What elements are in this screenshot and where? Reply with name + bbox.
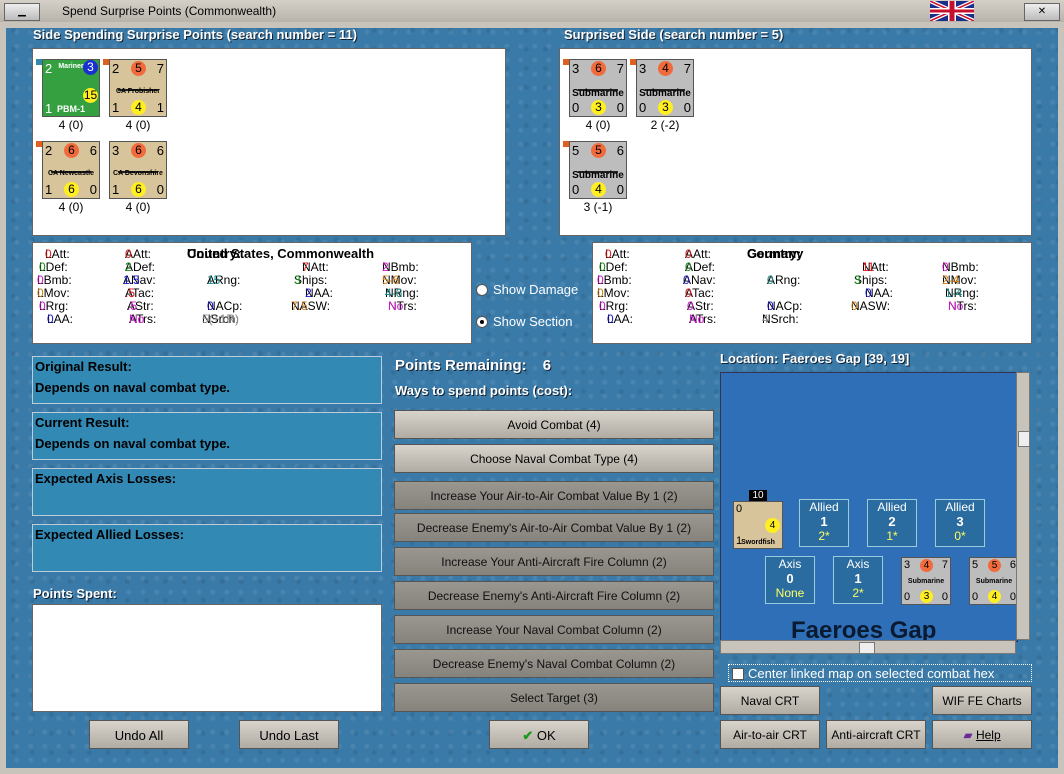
window-title: Spend Surprise Points (Commonwealth) <box>62 4 277 18</box>
help-button[interactable]: ▰ Help <box>932 720 1032 749</box>
close-button[interactable]: ✕ <box>1024 3 1060 21</box>
air-unit-stack[interactable]: 10 0 4 1 Swordfish <box>723 485 783 549</box>
increase-anti-aircraft-button[interactable]: Increase Your Anti-Aircraft Fire Column … <box>394 547 714 576</box>
title-bar: ▁ Spend Surprise Points (Commonwealth) ✕ <box>0 0 1064 23</box>
location-label: Location: Faeroes Gap [39, 19] <box>720 351 910 366</box>
air-to-air-crt-button[interactable]: Air-to-air CRT <box>720 720 820 749</box>
linked-map[interactable]: 10 0 4 1 Swordfish Allied 1 2* Allied 2 1* A… <box>720 372 1018 642</box>
show-section-radio[interactable] <box>476 316 488 328</box>
show-damage-radio[interactable] <box>476 284 488 296</box>
ok-button[interactable]: ✔ OK <box>489 720 589 749</box>
expected-axis-losses-panel: Expected Axis Losses: <box>32 468 382 516</box>
points-remaining: Points Remaining: 6 <box>395 357 552 374</box>
unit-counter-devonshire[interactable]: 3 6 6 CA Devonshire 1 6 0 <box>109 141 167 199</box>
unit-value: 3 (-1) <box>583 200 613 214</box>
scrollbar-thumb[interactable] <box>1018 431 1030 447</box>
choose-naval-combat-type-button[interactable]: Choose Naval Combat Type (4) <box>394 444 714 473</box>
unit-counter-frobisher[interactable]: 2 5 7 CA Frobisher 1 4 1 <box>109 59 167 117</box>
avoid-combat-button[interactable]: Avoid Combat (4) <box>394 410 714 439</box>
undo-last-button[interactable]: Undo Last <box>239 720 339 749</box>
allied-combat-box-3[interactable]: Allied 3 0* <box>935 499 985 547</box>
naval-crt-button[interactable]: Naval CRT <box>720 686 820 715</box>
allied-combat-box-2[interactable]: Allied 2 1* <box>867 499 917 547</box>
map-submarine-counter[interactable]: 5 5 6 Submarine 0 4 0 <box>969 557 1017 605</box>
center-map-option[interactable]: Center linked map on selected combat hex <box>728 664 1032 682</box>
decrease-enemy-naval-combat-button[interactable]: Decrease Enemy's Naval Combat Column (2) <box>394 649 714 678</box>
unit-counter-submarine[interactable]: 3 4 7 Submarine 0 3 0 <box>636 59 694 117</box>
unit-value: 4 (0) <box>585 118 611 132</box>
unit-counter-submarine[interactable]: 3 6 7 Submarine 0 3 0 <box>569 59 627 117</box>
undo-all-button[interactable]: Undo All <box>89 720 189 749</box>
increase-naval-combat-button[interactable]: Increase Your Naval Combat Column (2) <box>394 615 714 644</box>
unit-marker <box>36 141 42 147</box>
expected-allied-losses-panel: Expected Allied Losses: <box>32 524 382 572</box>
left-units-box: 2 Mariner 3 15 1 PBM-1 4 (0) 2 5 7 CA Fr… <box>32 48 506 236</box>
unit-marker <box>36 59 42 65</box>
current-result-panel: Current Result: Depends on naval combat … <box>32 412 382 460</box>
unit-marker <box>103 59 109 65</box>
unit-counter-mariner[interactable]: 2 Mariner 3 15 1 PBM-1 <box>42 59 100 117</box>
unit-value: 4 (0) <box>58 118 84 132</box>
axis-combat-box-0[interactable]: Axis 0 None <box>765 556 815 604</box>
minimize-button[interactable]: ▁ <box>4 3 40 21</box>
decrease-enemy-air-to-air-button[interactable]: Decrease Enemy's Air-to-Air Combat Value… <box>394 513 714 542</box>
unit-marker <box>563 141 569 147</box>
original-result-panel: Original Result: Depends on naval combat… <box>32 356 382 404</box>
map-vertical-scrollbar[interactable] <box>1016 372 1030 640</box>
unit-marker <box>630 59 636 65</box>
unit-value: 4 (0) <box>125 118 151 132</box>
points-spent-list[interactable] <box>32 604 382 712</box>
select-target-button[interactable]: Select Target (3) <box>394 683 714 712</box>
uk-flag-icon <box>930 1 974 21</box>
increase-air-to-air-button[interactable]: Increase Your Air-to-Air Combat Value By… <box>394 481 714 510</box>
decrease-enemy-anti-aircraft-button[interactable]: Decrease Enemy's Anti-Aircraft Fire Colu… <box>394 581 714 610</box>
unit-marker <box>563 59 569 65</box>
map-submarine-counter[interactable]: 3 4 7 Submarine 0 3 0 <box>901 557 951 605</box>
stats-panel-left: LAtt: 0 AAtt: 0 Country: United States, … <box>32 242 472 344</box>
unit-value: 4 (0) <box>125 200 151 214</box>
wif-fe-charts-button[interactable]: WIF FE Charts <box>932 686 1032 715</box>
right-units-box: 3 6 7 Submarine 0 3 0 4 (0) 3 4 7 Submar… <box>559 48 1032 236</box>
scrollbar-thumb[interactable] <box>859 642 875 654</box>
center-map-checkbox[interactable] <box>732 668 744 680</box>
map-horizontal-scrollbar[interactable] <box>720 640 1016 654</box>
axis-combat-box-1[interactable]: Axis 1 2* <box>833 556 883 604</box>
anti-aircraft-crt-button[interactable]: Anti-aircraft CRT <box>826 720 926 749</box>
help-book-icon: ▰ <box>963 728 973 742</box>
unit-value: 2 (-2) <box>650 118 680 132</box>
allied-combat-box-1[interactable]: Allied 1 2* <box>799 499 849 547</box>
map-region-name: Faeroes Gap <box>791 617 937 642</box>
unit-counter-submarine[interactable]: 5 5 6 Submarine 0 4 0 <box>569 141 627 199</box>
unit-counter-newcastle[interactable]: 2 6 6 CA Newcastle 1 6 0 <box>42 141 100 199</box>
points-spent-label: Points Spent: <box>33 586 117 601</box>
ways-to-spend-label: Ways to spend points (cost): <box>395 383 573 398</box>
right-side-header: Surprised Side (search number = 5) <box>564 27 784 42</box>
checkmark-icon: ✔ <box>522 728 534 743</box>
unit-counter-swordfish[interactable]: 0 4 1 Swordfish <box>733 501 783 549</box>
unit-value: 4 (0) <box>58 200 84 214</box>
stats-panel-right: LAtt: 0 AAtt: 0 Country: Germany NAtt: 1… <box>592 242 1032 344</box>
left-side-header: Side Spending Surprise Points (search nu… <box>33 27 358 42</box>
